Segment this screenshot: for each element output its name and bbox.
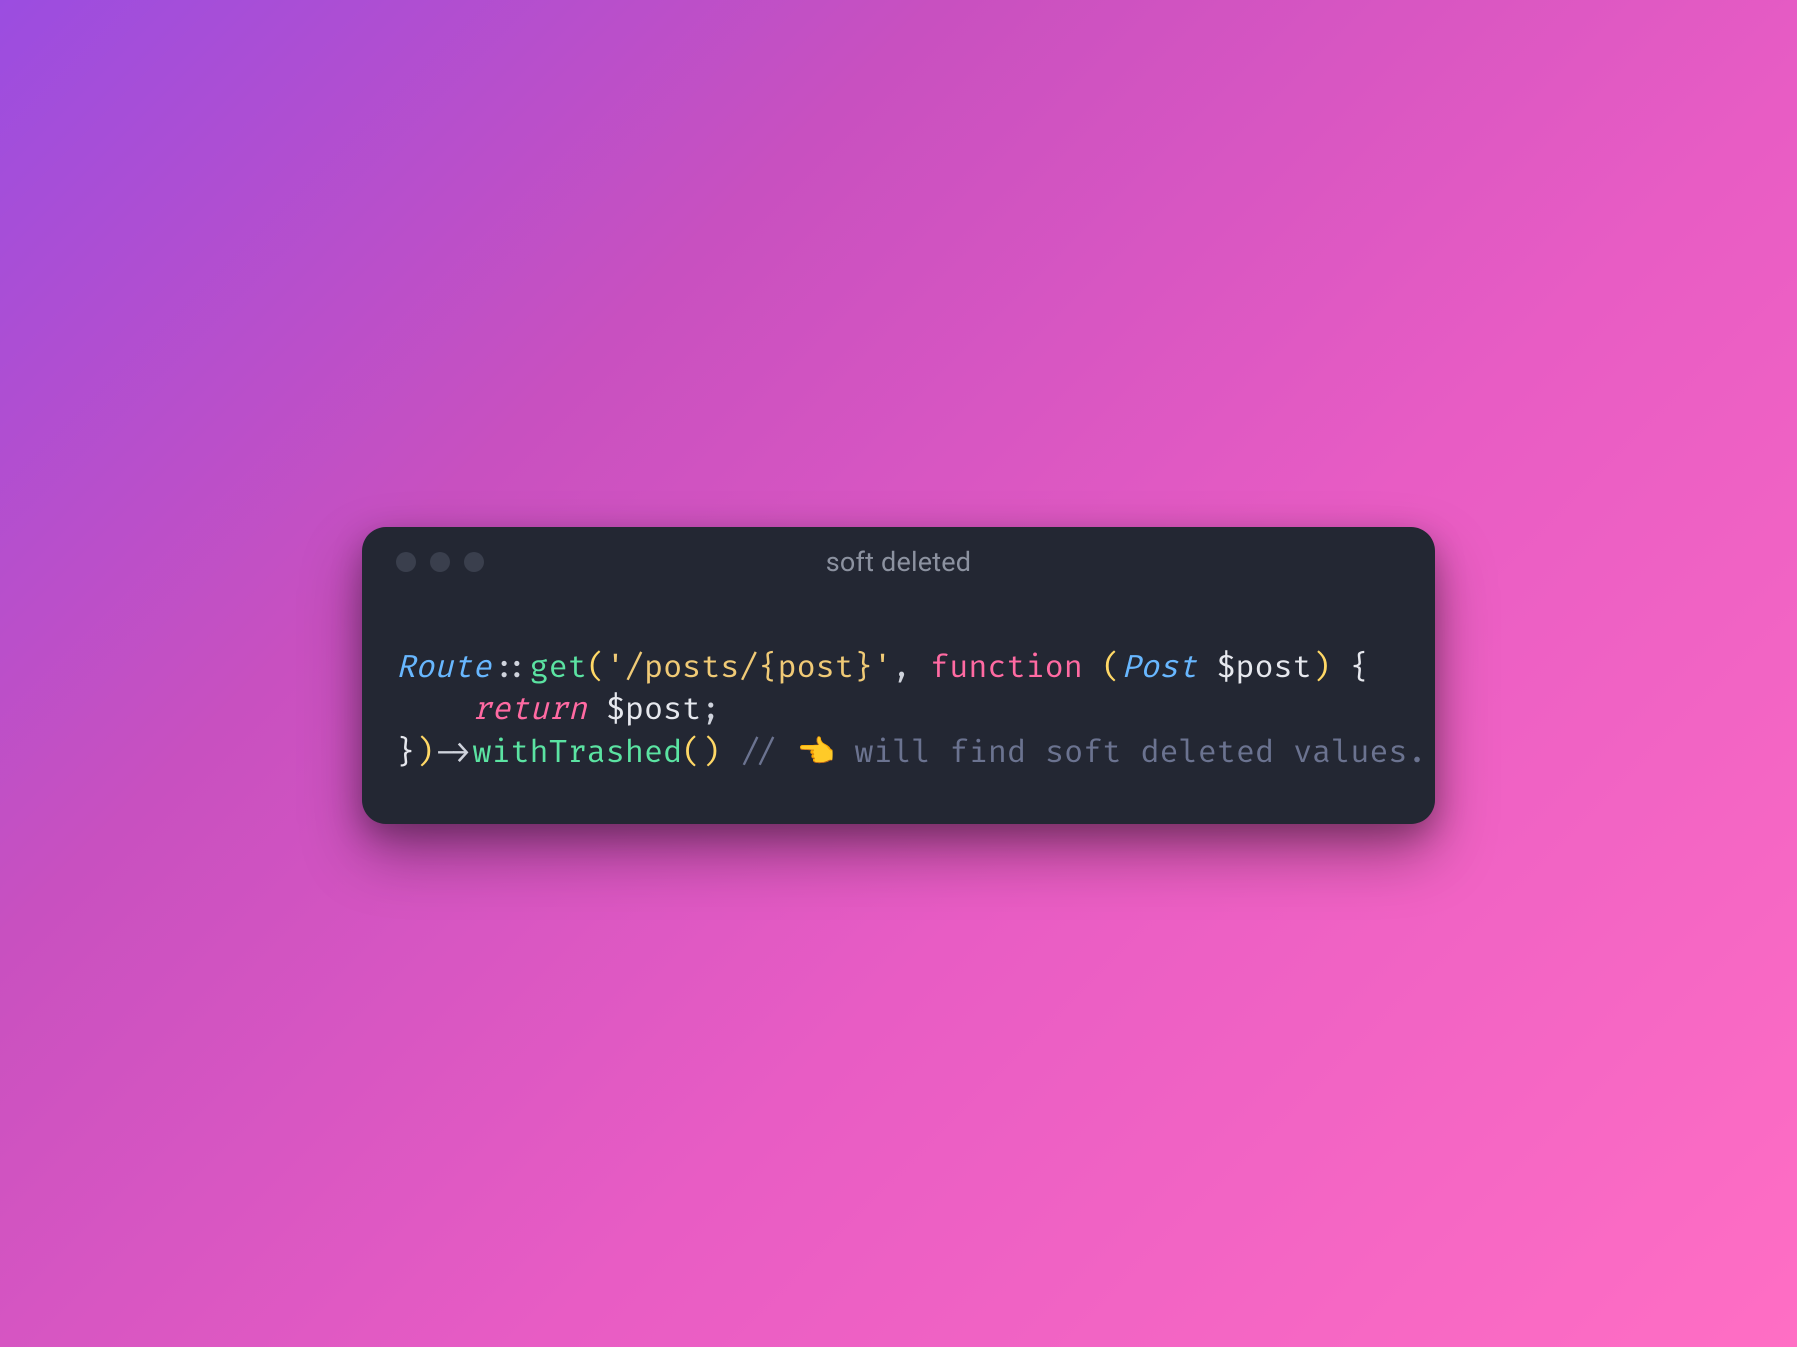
token-keyword: function bbox=[930, 648, 1083, 687]
token-func: get bbox=[530, 648, 587, 687]
code-area: Route::get('/posts/{post}', function (Po… bbox=[362, 597, 1435, 824]
token-var: $post bbox=[1216, 648, 1311, 687]
token-paren: ( bbox=[1102, 648, 1121, 687]
token-paren: ( bbox=[682, 733, 701, 772]
code-window: soft deleted Route::get('/posts/{post}',… bbox=[362, 527, 1435, 824]
token-paren: ) bbox=[1312, 648, 1331, 687]
token-class: Route bbox=[396, 648, 491, 687]
token-space bbox=[587, 690, 606, 729]
token-comment: will find soft deleted values. bbox=[835, 733, 1426, 772]
titlebar: soft deleted bbox=[362, 527, 1435, 597]
traffic-lights bbox=[396, 552, 484, 572]
traffic-light-maximize-icon bbox=[464, 552, 484, 572]
window-title: soft deleted bbox=[826, 546, 971, 578]
code-block: Route::get('/posts/{post}', function (Po… bbox=[396, 647, 1401, 774]
token-space bbox=[720, 733, 739, 772]
token-paren: ) bbox=[701, 733, 720, 772]
token-space bbox=[1197, 648, 1216, 687]
token-string: '/posts/{post}' bbox=[606, 648, 892, 687]
token-comment: // bbox=[739, 733, 796, 772]
token-paren: ( bbox=[587, 648, 606, 687]
token-scope: :: bbox=[491, 648, 529, 687]
token-brace: { bbox=[1350, 648, 1369, 687]
token-brace: } bbox=[396, 733, 415, 772]
token-keyword: return bbox=[472, 690, 586, 729]
canvas: soft deleted Route::get('/posts/{post}',… bbox=[263, 198, 1534, 1149]
token-semi: ; bbox=[701, 690, 720, 729]
pointing-hand-icon: 👈 bbox=[797, 733, 836, 772]
traffic-light-minimize-icon bbox=[430, 552, 450, 572]
token-var: $post bbox=[606, 690, 701, 729]
token-func: withTrashed bbox=[472, 733, 682, 772]
traffic-light-close-icon bbox=[396, 552, 416, 572]
token-space bbox=[1083, 648, 1102, 687]
token-arrow: -> bbox=[434, 733, 472, 772]
token-paren: ) bbox=[415, 733, 434, 772]
token-space bbox=[1331, 648, 1350, 687]
token-type: Post bbox=[1121, 648, 1197, 687]
token-comma: , bbox=[892, 648, 930, 687]
token-indent bbox=[396, 690, 472, 729]
